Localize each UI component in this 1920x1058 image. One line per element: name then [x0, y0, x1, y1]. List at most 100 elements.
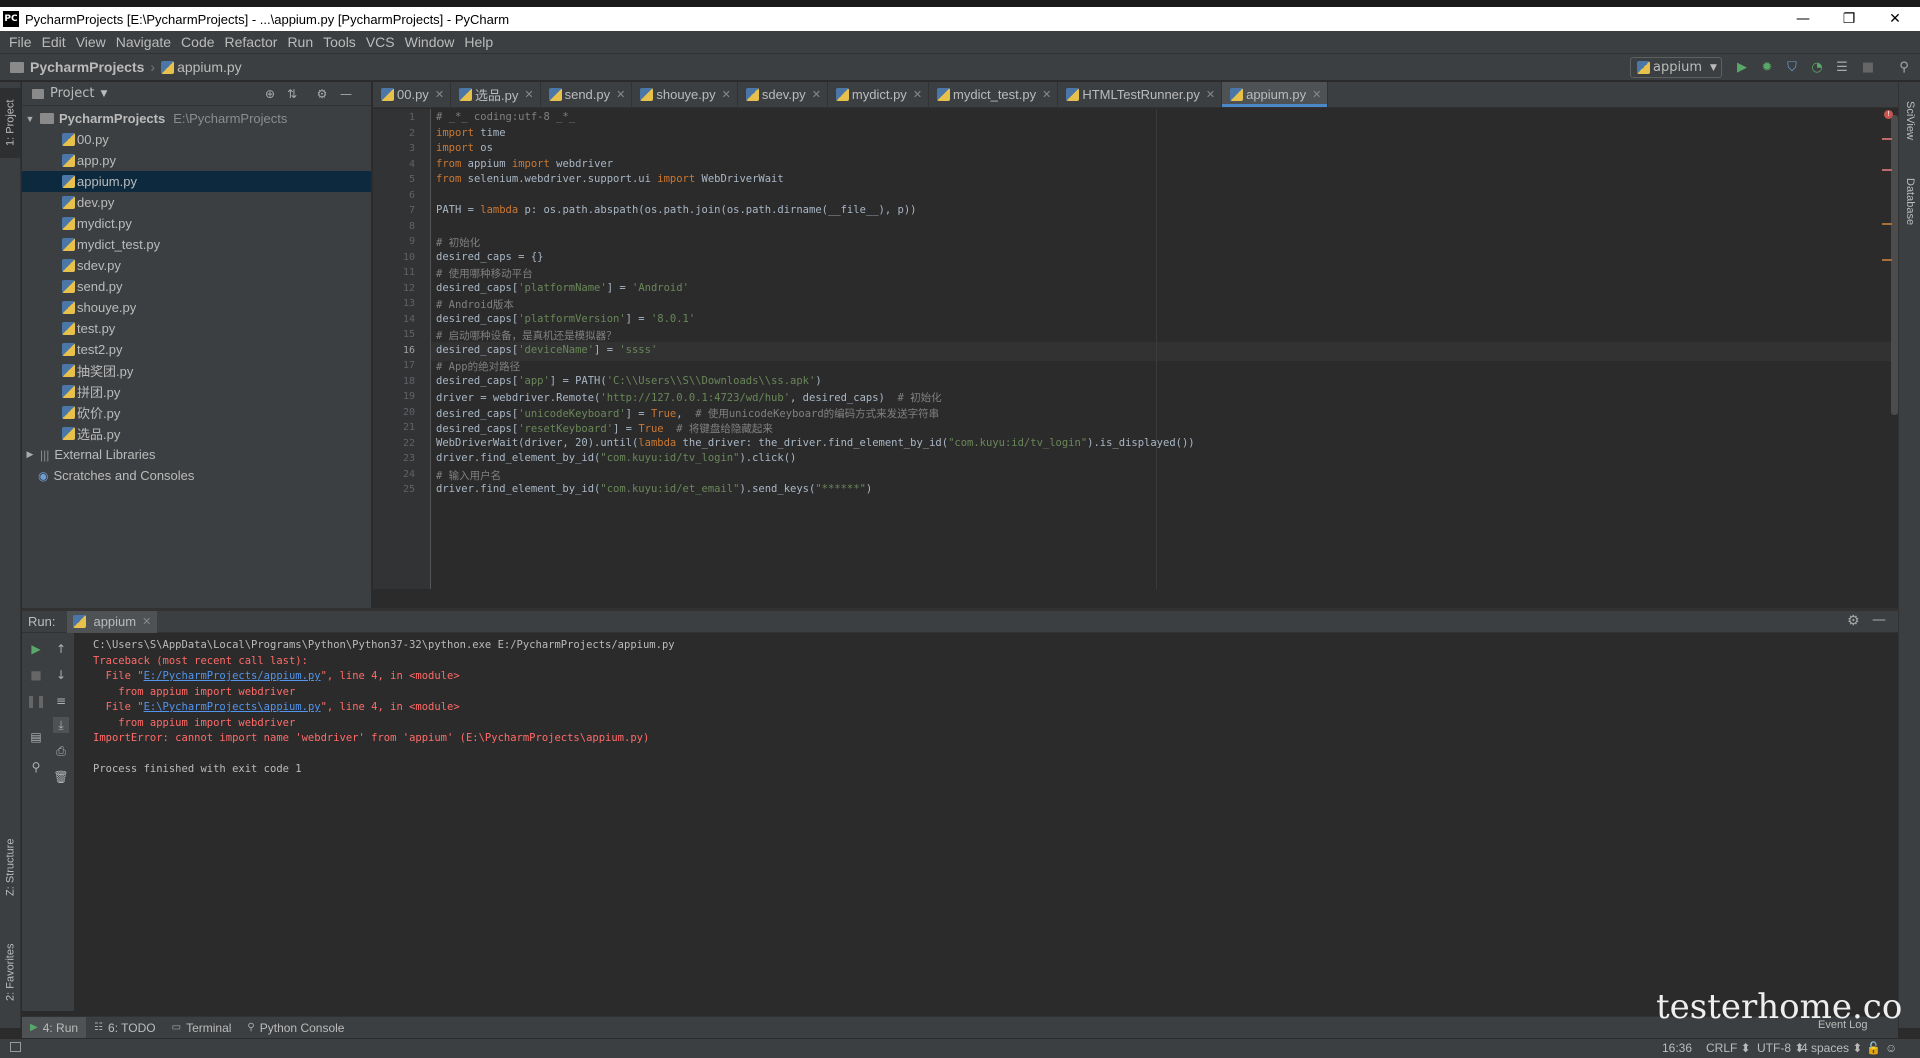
- pause-icon[interactable]: ❚❚: [26, 693, 46, 709]
- code-line[interactable]: PATH = lambda p: os.path.abspath(os.path…: [436, 204, 916, 216]
- debug-icon[interactable]: ✹: [1759, 59, 1775, 75]
- code-line[interactable]: # 输入用户名: [436, 468, 501, 483]
- tree-root[interactable]: ▼ PycharmProjects E:\PycharmProjects: [22, 108, 371, 129]
- code-line[interactable]: desired_caps['deviceName'] = 'ssss': [436, 344, 657, 356]
- menu-item-tools[interactable]: Tools: [318, 34, 361, 50]
- rerun-icon[interactable]: ▶: [28, 641, 44, 657]
- hide-panel-icon[interactable]: —: [338, 86, 354, 102]
- minimize-button[interactable]: —: [1780, 7, 1826, 31]
- code-line[interactable]: driver = webdriver.Remote('http://127.0.…: [436, 390, 942, 405]
- hector-icon[interactable]: ☺: [1885, 1041, 1897, 1055]
- console-file-link[interactable]: E:\PycharmProjects\appium.py: [144, 701, 321, 713]
- code-line[interactable]: desired_caps = {}: [436, 251, 543, 263]
- code-line[interactable]: from appium import webdriver: [436, 158, 613, 170]
- console-file-link[interactable]: E:/PycharmProjects/appium.py: [144, 670, 321, 682]
- code-line[interactable]: # 初始化: [436, 235, 480, 250]
- tree-file[interactable]: mydict_test.py: [22, 234, 371, 255]
- menu-item-view[interactable]: View: [71, 34, 111, 50]
- tree-file[interactable]: shouye.py: [22, 297, 371, 318]
- error-stripe-mark[interactable]: [1882, 138, 1892, 140]
- gear-icon[interactable]: ⚙: [314, 86, 330, 102]
- maximize-button[interactable]: ❐: [1826, 7, 1872, 31]
- tree-file[interactable]: mydict.py: [22, 213, 371, 234]
- menu-item-vcs[interactable]: VCS: [361, 34, 400, 50]
- tree-external-libraries[interactable]: ▶ ||| External Libraries: [22, 444, 371, 465]
- database-tool-tab[interactable]: Database: [1899, 162, 1920, 242]
- warning-stripe-mark[interactable]: [1882, 259, 1892, 261]
- menu-item-run[interactable]: Run: [282, 34, 318, 50]
- code-line[interactable]: desired_caps['platformName'] = 'Android': [436, 282, 689, 294]
- code-line[interactable]: desired_caps['platformVersion'] = '8.0.1…: [436, 313, 695, 325]
- tree-file[interactable]: test.py: [22, 318, 371, 339]
- editor-tab[interactable]: appium.py ✕: [1222, 82, 1329, 107]
- close-tab-icon[interactable]: ✕: [812, 88, 821, 101]
- code-line[interactable]: # Android版本: [436, 297, 514, 312]
- file-encoding[interactable]: UTF-8 ⬍: [1757, 1041, 1804, 1055]
- code-line[interactable]: # _*_ coding:utf-8 _*_: [436, 111, 575, 123]
- close-tab-icon[interactable]: ✕: [913, 88, 922, 101]
- close-tab-icon[interactable]: ✕: [722, 88, 731, 101]
- menu-item-code[interactable]: Code: [176, 34, 219, 50]
- bottom-tab[interactable]: ☷ 6: TODO: [86, 1017, 164, 1039]
- structure-tool-tab[interactable]: Z: Structure: [0, 822, 21, 912]
- project-panel-title[interactable]: Project: [50, 86, 94, 101]
- menu-item-edit[interactable]: Edit: [37, 34, 71, 50]
- layout-icon[interactable]: ▤: [28, 729, 44, 745]
- scroll-up-icon[interactable]: ↑: [53, 641, 69, 657]
- menu-item-help[interactable]: Help: [459, 34, 498, 50]
- tree-file[interactable]: 拼团.py: [22, 381, 371, 402]
- error-indicator-icon[interactable]: !: [1884, 110, 1893, 119]
- breadcrumb-file[interactable]: appium.py: [177, 59, 242, 75]
- run-icon[interactable]: ▶: [1734, 59, 1750, 75]
- coverage-icon[interactable]: ⛉: [1784, 59, 1800, 75]
- run-console[interactable]: C:\Users\S\AppData\Local\Programs\Python…: [74, 633, 1898, 1011]
- code-line[interactable]: desired_caps['app'] = PATH('C:\\Users\\S…: [436, 375, 822, 387]
- chevron-down-icon[interactable]: ▼: [24, 114, 36, 124]
- search-everywhere-icon[interactable]: ⚲: [1896, 59, 1912, 75]
- close-button[interactable]: ✕: [1872, 7, 1918, 31]
- tree-scratches[interactable]: ◉ Scratches and Consoles: [22, 465, 371, 486]
- menu-item-window[interactable]: Window: [400, 34, 460, 50]
- tree-file[interactable]: 00.py: [22, 129, 371, 150]
- tree-file[interactable]: sdev.py: [22, 255, 371, 276]
- editor-tab[interactable]: mydict.py ✕: [828, 82, 930, 107]
- close-tab-icon[interactable]: ✕: [524, 88, 533, 101]
- lock-icon[interactable]: 🔓: [1866, 1041, 1881, 1055]
- soft-wrap-icon[interactable]: ≡: [53, 693, 69, 709]
- tree-file[interactable]: app.py: [22, 150, 371, 171]
- code-editor[interactable]: 1 2 3 4 5 6 7 8 9 10 11 12 13 14 15 16 17 18 19 20 21 22 23 24 2…: [373, 109, 1898, 589]
- profile-icon[interactable]: ◔: [1809, 59, 1825, 75]
- editor-tab[interactable]: send.py ✕: [541, 82, 633, 107]
- toggle-tool-windows-icon[interactable]: [10, 1042, 21, 1052]
- close-tab-icon[interactable]: ✕: [616, 88, 625, 101]
- locate-file-icon[interactable]: ⊕: [262, 86, 278, 102]
- editor-tab[interactable]: shouye.py ✕: [632, 82, 738, 107]
- chevron-down-icon[interactable]: ▼: [100, 89, 107, 99]
- bottom-tab[interactable]: ▭ Terminal: [164, 1017, 240, 1039]
- caret-position[interactable]: 16:36: [1662, 1041, 1692, 1055]
- menu-item-refactor[interactable]: Refactor: [220, 34, 283, 50]
- collapse-all-icon[interactable]: ⇅: [284, 86, 300, 102]
- code-line[interactable]: # 使用哪种移动平台: [436, 266, 533, 281]
- scroll-down-icon[interactable]: ↓: [53, 667, 69, 683]
- editor-tab[interactable]: 选品.py ✕: [451, 82, 541, 107]
- code-line[interactable]: desired_caps['resetKeyboard'] = True # 将…: [436, 421, 773, 436]
- close-tab-icon[interactable]: ✕: [1206, 88, 1215, 101]
- tree-file[interactable]: dev.py: [22, 192, 371, 213]
- stop-icon[interactable]: ■: [1860, 59, 1876, 75]
- bottom-tab[interactable]: ▶ 4: Run: [22, 1016, 87, 1039]
- code-line[interactable]: # 启动哪种设备，是真机还是模拟器？: [436, 328, 617, 343]
- code-line[interactable]: WebDriverWait(driver, 20).until(lambda t…: [436, 437, 1195, 449]
- pin-icon[interactable]: ⚲: [28, 759, 44, 775]
- line-separator[interactable]: CRLF ⬍: [1706, 1041, 1751, 1055]
- menu-item-file[interactable]: File: [4, 34, 37, 50]
- scroll-to-end-icon[interactable]: ⤓: [53, 717, 69, 733]
- build-icon[interactable]: ☰: [1834, 59, 1850, 75]
- code-line[interactable]: import os: [436, 142, 493, 154]
- editor-tab[interactable]: 00.py ✕: [373, 82, 452, 107]
- favorites-tool-tab[interactable]: 2: Favorites: [0, 922, 21, 1022]
- menu-item-navigate[interactable]: Navigate: [111, 34, 176, 50]
- close-tab-icon[interactable]: ✕: [1312, 88, 1321, 101]
- sciview-tool-tab[interactable]: SciView: [1899, 90, 1920, 150]
- tree-file[interactable]: 砍价.py: [22, 402, 371, 423]
